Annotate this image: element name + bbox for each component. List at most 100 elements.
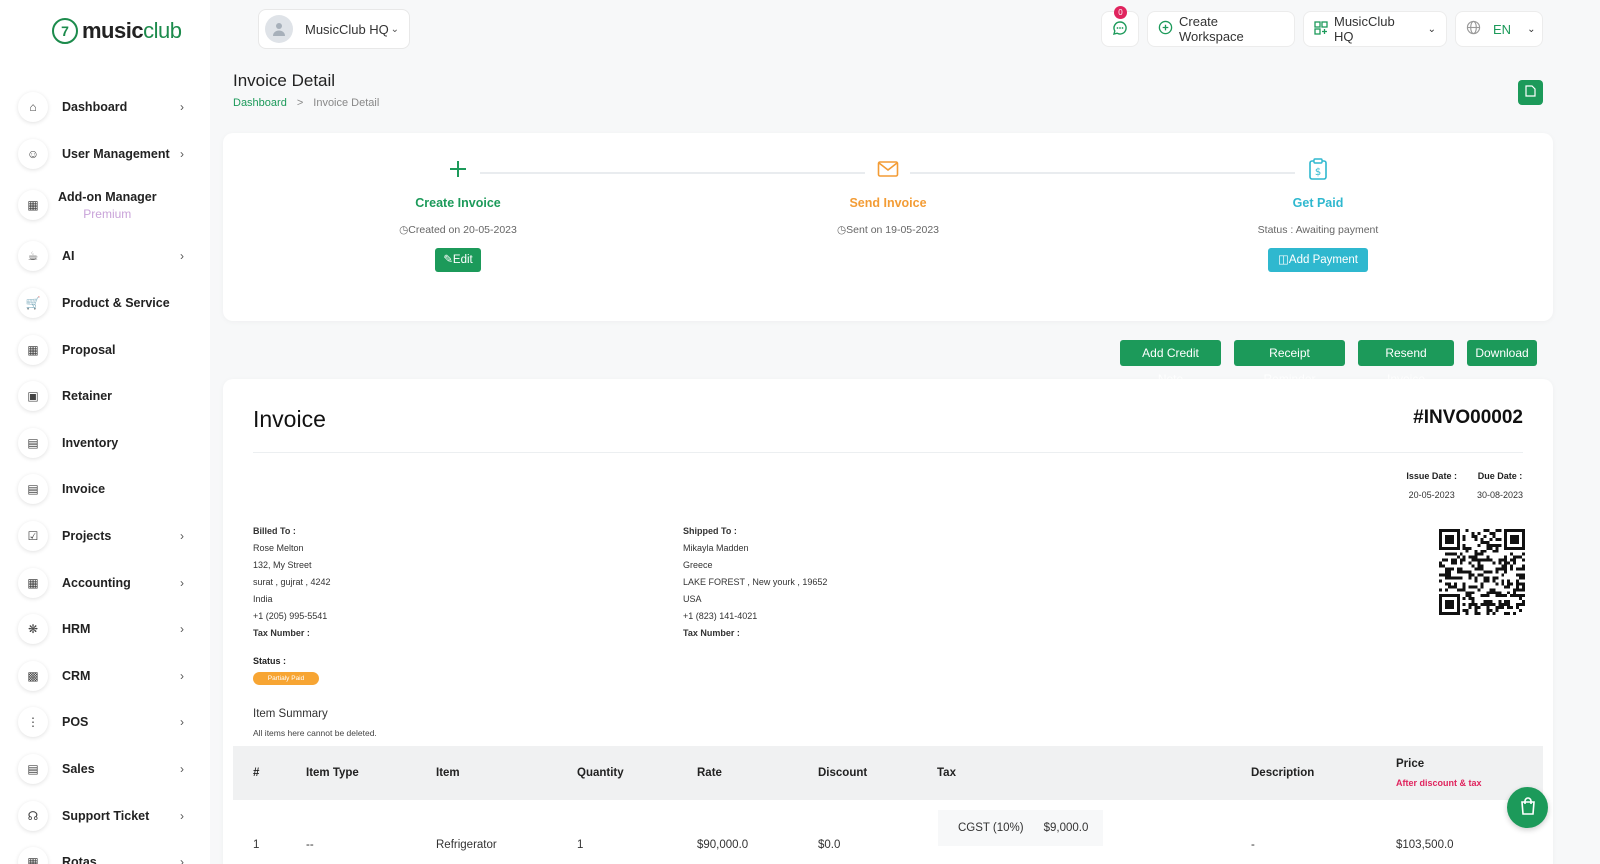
chevron-right-icon: ›	[180, 146, 184, 161]
item-summary-title: Item Summary	[253, 708, 328, 720]
divider	[253, 452, 1523, 453]
step-send-invoice: Send Invoice ◷Sent on 19-05-2023	[778, 158, 998, 236]
price-column-note: After discount & tax	[1396, 778, 1482, 788]
sidebar-item-label: Proposal	[62, 342, 116, 357]
clipboard-dollar-icon: $	[1208, 158, 1428, 184]
chevron-right-icon: ›	[180, 762, 184, 777]
sidebar-item-label: AI	[62, 249, 75, 264]
chevron-down-icon: ⌄	[1527, 23, 1536, 35]
sidebar-item-label: CRM	[62, 668, 91, 683]
create-workspace-button[interactable]: Create Workspace	[1147, 11, 1295, 47]
notification-count-badge: 0	[1114, 6, 1127, 19]
sidebar-item-ai[interactable]: ☕ AI ›	[18, 233, 198, 280]
chevron-right-icon: ›	[180, 622, 184, 637]
sidebar-item-label: Retainer	[62, 389, 113, 404]
sidebar-item-projects[interactable]: ☑ Projects ›	[18, 513, 198, 560]
breadcrumb-dashboard-link[interactable]: Dashboard	[233, 97, 287, 109]
sidebar-item-label: Invoice	[62, 482, 106, 497]
sidebar: 7 musicclub ⌂ Dashboard › ☺ User Management ›…	[0, 0, 210, 864]
sidebar-item-label: POS	[62, 715, 89, 730]
table-cell: -	[1251, 839, 1255, 851]
crm-icon: ▩	[18, 660, 48, 691]
sidebar-item-label: User Management	[62, 146, 170, 161]
column-header: Description	[1251, 767, 1315, 779]
sidebar-item-label: Accounting	[62, 575, 131, 590]
cart-fab-button[interactable]	[1507, 787, 1548, 828]
column-header: Item Type	[306, 767, 359, 779]
sidebar-item-user-management[interactable]: ☺ User Management ›	[18, 131, 198, 178]
resend-invoice-button[interactable]: Resend Invoice	[1358, 340, 1454, 386]
download-button[interactable]: Download	[1467, 340, 1537, 366]
rotas-icon: ▦	[18, 847, 48, 864]
add-credit-note-button[interactable]: Add Credit Note	[1120, 340, 1221, 386]
chevron-right-icon: ›	[180, 529, 184, 544]
invoice-icon: ▤	[18, 474, 48, 505]
workspace-menu-label: MusicClub HQ	[1334, 14, 1395, 44]
column-header: Quantity	[577, 767, 624, 779]
sidebar-item-retainer[interactable]: ▣ Retainer	[18, 373, 198, 420]
sidebar-item-label: Product & Service	[62, 296, 170, 311]
home-icon: ⌂	[18, 92, 48, 123]
sidebar-item-proposal[interactable]: ▦ Proposal	[18, 326, 198, 373]
cart-icon: 🛒	[18, 288, 48, 319]
sidebar-item-product-service[interactable]: 🛒 Product & Service	[18, 280, 198, 327]
create-workspace-label: Create Workspace	[1179, 14, 1244, 44]
export-document-button[interactable]	[1518, 80, 1543, 105]
sidebar-item-hrm[interactable]: ❋ HRM ›	[18, 606, 198, 653]
sidebar-nav: ⌂ Dashboard › ☺ User Management › ▦ Add-on Mana…	[18, 84, 198, 864]
status-label: Status :	[253, 656, 287, 666]
step-title: Send Invoice	[849, 196, 927, 210]
mail-icon	[778, 158, 998, 184]
sidebar-item-dashboard[interactable]: ⌂ Dashboard ›	[18, 84, 198, 131]
tax-cell: CGST (10%) $9,000.0	[938, 810, 1103, 846]
sales-icon: ▤	[18, 754, 48, 785]
sidebar-item-inventory[interactable]: ▤ Inventory	[18, 420, 198, 467]
sidebar-item-rotas[interactable]: ▦ Rotas ›	[18, 839, 198, 864]
workspace-selector[interactable]: MusicClub HQ ⌄	[258, 9, 410, 49]
table-cell: Refrigerator	[436, 839, 497, 851]
column-header: Discount	[818, 767, 868, 779]
tax-amount: $9,000.0	[1043, 822, 1089, 834]
due-date: Due Date : 30-08-2023	[1476, 471, 1523, 500]
brand-logo[interactable]: 7 musicclub	[52, 18, 182, 44]
receipt-reminder-button[interactable]: Receipt Reminder	[1234, 340, 1345, 386]
sidebar-item-add-on-manager[interactable]: ▦ Add-on Manager Premium	[18, 177, 198, 233]
invoice-title: Invoice	[253, 406, 326, 432]
invoice-number: #INVO00002	[1413, 407, 1523, 428]
projects-icon: ☑	[18, 521, 48, 552]
workspace-name: MusicClub HQ	[305, 21, 389, 37]
headset-icon: ☊	[18, 800, 48, 831]
logo-icon: 7	[52, 18, 78, 44]
breadcrumb-separator: >	[296, 97, 304, 109]
sidebar-item-sales[interactable]: ▤ Sales ›	[18, 746, 198, 793]
sidebar-item-support-ticket[interactable]: ☊ Support Ticket ›	[18, 792, 198, 839]
column-header: Rate	[697, 767, 722, 779]
chevron-right-icon: ›	[180, 575, 184, 590]
billed-to-address: Billed To : Rose Melton 132, My Street s…	[253, 526, 331, 638]
edit-invoice-button[interactable]: ✎Edit	[435, 248, 481, 272]
svg-text:$: $	[1315, 167, 1321, 178]
sidebar-item-accounting[interactable]: ▦ Accounting ›	[18, 559, 198, 606]
page-title: Invoice Detail	[233, 71, 336, 90]
messages-button[interactable]: 0	[1101, 6, 1139, 47]
add-payment-button[interactable]: ◫Add Payment	[1268, 248, 1368, 272]
step-create-invoice: Create Invoice ◷Created on 20-05-2023 ✎E…	[348, 158, 568, 272]
sidebar-item-pos[interactable]: ⋮ POS ›	[18, 699, 198, 746]
column-header: Item	[436, 767, 460, 779]
plus-circle-icon	[1158, 20, 1173, 38]
issue-date: Issue Date : 20-05-2023	[1406, 471, 1457, 500]
plus-icon	[348, 158, 568, 184]
hrm-icon: ❋	[18, 614, 48, 645]
apps-icon	[1314, 20, 1328, 38]
workspace-menu-button[interactable]: MusicClub HQ ⌄	[1303, 11, 1447, 47]
chevron-down-icon: ⌄	[1427, 23, 1436, 35]
language-selector[interactable]: EN ⌄	[1455, 11, 1543, 47]
tax-name: CGST (10%)	[958, 822, 1024, 834]
invoice-dates: Issue Date : 20-05-2023 Due Date : 30-08…	[1406, 471, 1523, 500]
table-cell: --	[306, 839, 314, 851]
brand-name: musicclub	[82, 18, 182, 43]
sidebar-item-crm[interactable]: ▩ CRM ›	[18, 653, 198, 700]
sidebar-item-invoice[interactable]: ▤ Invoice	[18, 466, 198, 513]
column-header: Price	[1396, 758, 1425, 770]
chevron-down-icon: ⌄	[390, 23, 399, 35]
